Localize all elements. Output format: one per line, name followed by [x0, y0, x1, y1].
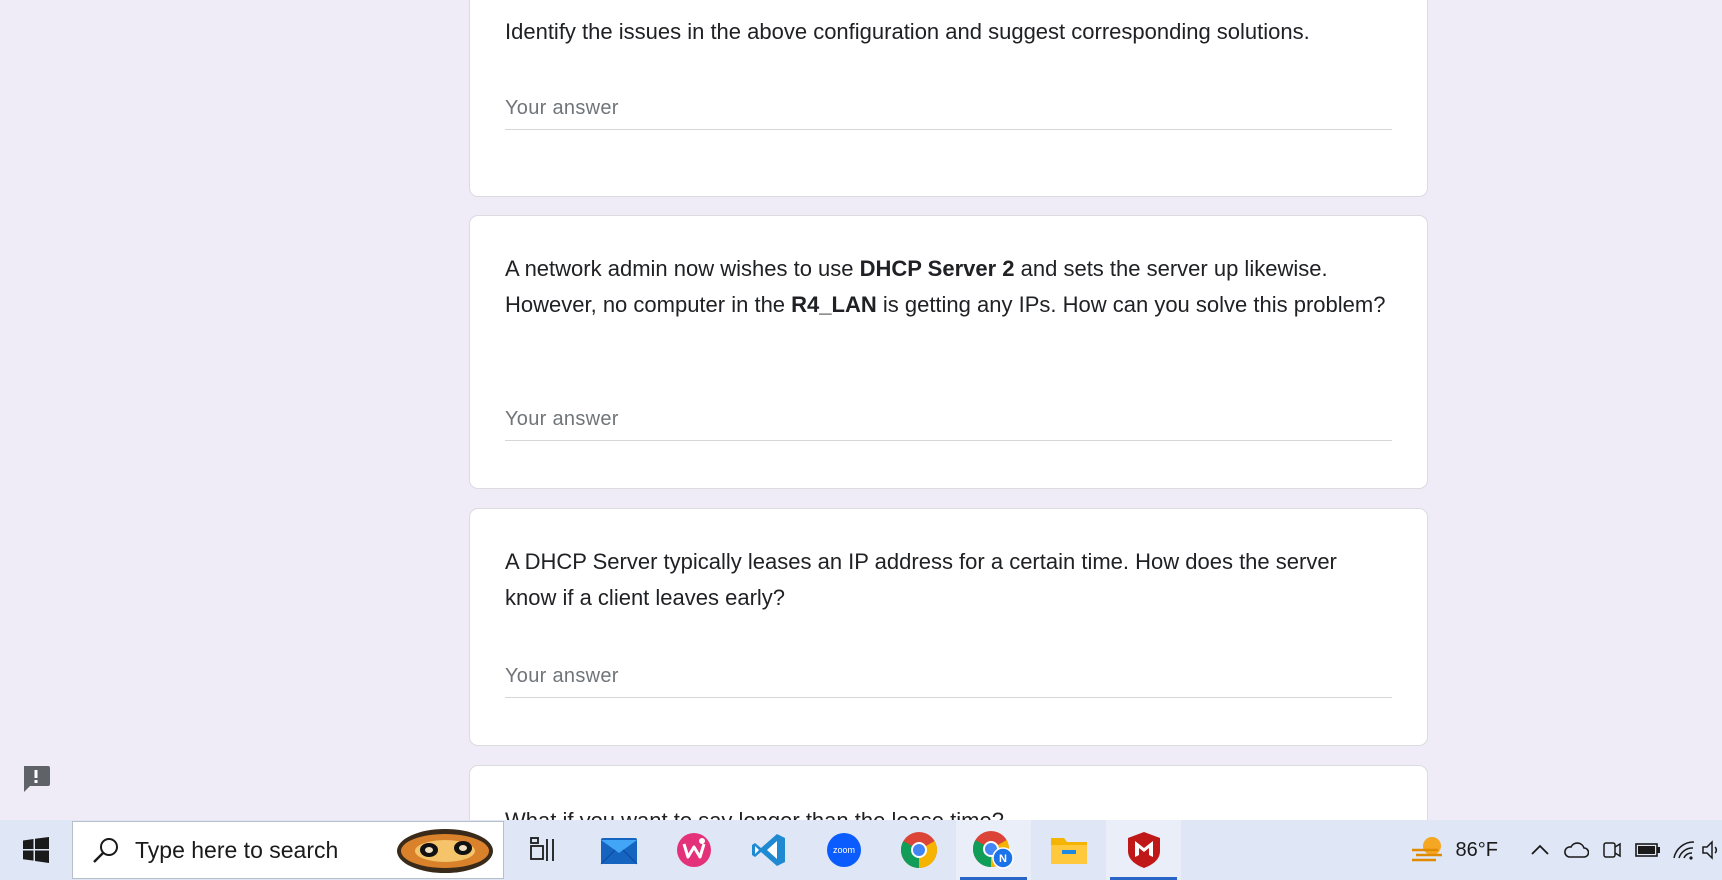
volume-tray[interactable]: [1702, 820, 1722, 880]
question-text-part: A network admin now wishes to use: [505, 256, 860, 281]
mcafee-shield-icon: [1127, 832, 1160, 868]
question-card-2: A network admin now wishes to use DHCP S…: [469, 215, 1428, 489]
question-text: A network admin now wishes to use DHCP S…: [505, 251, 1392, 323]
taskbar-search-box[interactable]: Type here to search: [72, 821, 504, 879]
search-highlight-image: [397, 829, 493, 873]
wps-office-icon: [676, 833, 711, 867]
wifi-icon: [1673, 841, 1695, 860]
question-card-1: Identify the issues in the above configu…: [469, 0, 1428, 197]
svg-text:N: N: [999, 853, 1007, 865]
question-text-bold: DHCP Server 2: [859, 256, 1015, 281]
chrome-profile-app[interactable]: N: [956, 820, 1031, 880]
battery-tray[interactable]: [1630, 820, 1666, 880]
question-text-bold: R4_LAN: [791, 292, 877, 317]
wifi-tray[interactable]: [1666, 820, 1702, 880]
chrome-profile-icon: N: [972, 831, 1014, 869]
speaker-icon: [1702, 840, 1718, 860]
battery-charging-icon: [1635, 843, 1660, 857]
folder-icon: [1050, 838, 1087, 864]
search-placeholder: Type here to search: [135, 836, 339, 863]
task-view-button[interactable]: [506, 820, 581, 880]
chrome-app[interactable]: [881, 820, 956, 880]
question-card-3: A DHCP Server typically leases an IP add…: [469, 508, 1428, 746]
report-issue-button[interactable]: [19, 763, 53, 795]
mcafee-app[interactable]: [1106, 820, 1181, 880]
answer-input[interactable]: [505, 88, 1392, 130]
chevron-up-icon: [1531, 844, 1549, 855]
vscode-app[interactable]: [731, 820, 806, 880]
form-page: Identify the issues in the above configu…: [0, 0, 1722, 820]
windows-taskbar: Type here to search zoom N 86°F: [0, 820, 1722, 880]
answer-input[interactable]: [505, 656, 1392, 698]
wps-office-app[interactable]: [656, 820, 731, 880]
svg-text:zoom: zoom: [832, 845, 854, 855]
question-text: What if you want to say longer than the …: [505, 803, 1392, 820]
cloud-icon: [1564, 842, 1589, 858]
windows-logo-icon: [23, 837, 49, 863]
sun-haze-icon: [1411, 837, 1442, 862]
answer-input[interactable]: [505, 399, 1392, 441]
onedrive-tray[interactable]: [1558, 820, 1594, 880]
mail-icon: [600, 838, 637, 865]
zoom-icon: zoom: [826, 833, 861, 867]
vscode-icon: [751, 834, 785, 866]
question-card-4: What if you want to say longer than the …: [469, 765, 1428, 820]
question-text: A DHCP Server typically leases an IP add…: [505, 549, 1337, 610]
weather-temperature: 86°F: [1455, 838, 1498, 861]
zoom-app[interactable]: zoom: [806, 820, 881, 880]
chrome-icon: [900, 832, 937, 868]
feedback-icon: [24, 766, 50, 792]
show-hidden-icons-button[interactable]: [1522, 820, 1558, 880]
question-text: Identify the issues in the above configu…: [505, 19, 1310, 44]
weather-widget[interactable]: 86°F: [1410, 834, 1498, 866]
mail-app[interactable]: [581, 820, 656, 880]
system-tray: 86°F: [1410, 820, 1722, 880]
question-text-part: is getting any IPs. How can you solve th…: [876, 292, 1386, 317]
camera-icon: [1603, 842, 1621, 858]
meet-now-tray[interactable]: [1594, 820, 1630, 880]
file-explorer-app[interactable]: [1031, 820, 1106, 880]
start-button[interactable]: [0, 820, 72, 880]
search-icon: [93, 838, 118, 863]
task-view-icon: [529, 837, 554, 861]
